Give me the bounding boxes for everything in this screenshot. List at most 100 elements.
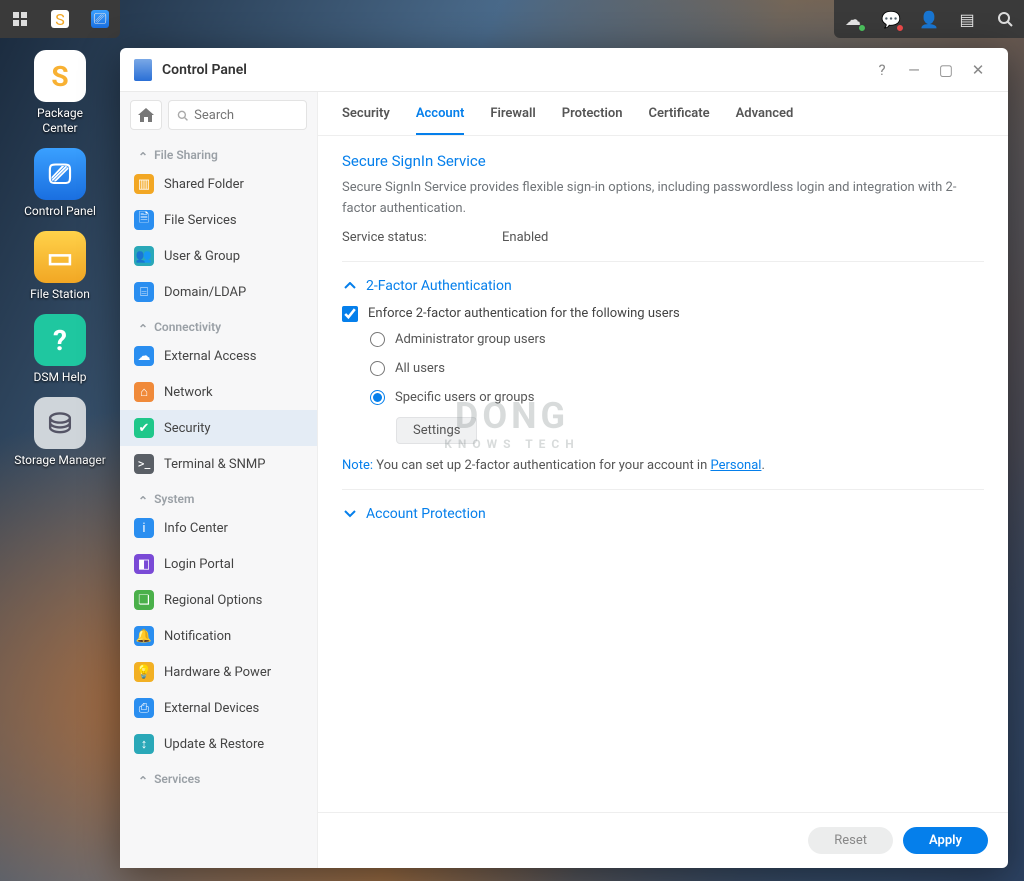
- sidebar-group-header[interactable]: System: [120, 482, 317, 510]
- sidebar-item[interactable]: 🔔 Notification: [120, 618, 317, 654]
- sidebar-item-icon: 👥: [134, 246, 154, 266]
- maximize-button[interactable]: ▢: [930, 54, 962, 86]
- personal-link[interactable]: Personal: [710, 458, 761, 473]
- sidebar-item-label: Terminal & SNMP: [164, 457, 265, 472]
- enforce-checkbox-row[interactable]: Enforce 2-factor authentication for the …: [342, 306, 984, 322]
- apps-grid-icon[interactable]: [0, 0, 40, 38]
- tabs: Security Account Firewall Protection Certifi…: [318, 92, 1008, 136]
- sidebar-item[interactable]: 🗎 File Services: [120, 202, 317, 238]
- sidebar-item[interactable]: ✔ Security: [120, 410, 317, 446]
- sidebar-item-icon: ⌂: [134, 382, 154, 402]
- chevron-up-icon: [342, 278, 358, 294]
- tab[interactable]: Firewall: [490, 106, 535, 135]
- note-text: You can set up 2-factor authentication f…: [373, 458, 711, 473]
- sidebar-item-label: Info Center: [164, 521, 228, 536]
- help-button[interactable]: ?: [866, 54, 898, 86]
- section-description: Secure SignIn Service provides flexible …: [342, 178, 984, 220]
- sidebar-item[interactable]: >_Terminal & SNMP: [120, 446, 317, 482]
- taskbar-app-1[interactable]: S: [40, 0, 80, 38]
- user-icon[interactable]: 👤: [910, 0, 948, 38]
- sidebar-item-icon: ▥: [134, 174, 154, 194]
- tab[interactable]: Certificate: [648, 106, 709, 135]
- tab[interactable]: Account: [416, 106, 464, 135]
- radio-admin[interactable]: [370, 332, 385, 347]
- radio-all[interactable]: [370, 361, 385, 376]
- content-area: Secure SignIn Service Secure SignIn Serv…: [318, 136, 1008, 812]
- enforce-checkbox[interactable]: [342, 306, 358, 322]
- sidebar-item-icon: ☁: [134, 346, 154, 366]
- window-app-icon: [134, 59, 152, 81]
- sidebar-item[interactable]: ☁External Access: [120, 338, 317, 374]
- sidebar-item-label: User & Group: [164, 249, 240, 264]
- status-label: Service status:: [342, 230, 502, 245]
- desktop-app-label: DSM Help: [33, 370, 86, 385]
- account-protection-toggle[interactable]: Account Protection: [342, 506, 984, 522]
- search-input[interactable]: [194, 108, 298, 123]
- sidebar-item[interactable]: 👥 User & Group: [120, 238, 317, 274]
- desktop-app[interactable]: ⎚ Control Panel: [4, 148, 116, 219]
- sidebar-item[interactable]: ↕Update & Restore: [120, 726, 317, 762]
- chat-icon[interactable]: 💬: [872, 0, 910, 38]
- tab[interactable]: Protection: [562, 106, 623, 135]
- widgets-icon[interactable]: ▤: [948, 0, 986, 38]
- desktop-app-icon: ⎚: [34, 148, 86, 200]
- sidebar-item[interactable]: 💡Hardware & Power: [120, 654, 317, 690]
- desktop-app-label: Storage Manager: [14, 453, 106, 468]
- radio-specific-row[interactable]: Specific users or groups: [370, 390, 984, 405]
- chevron-down-icon: [342, 506, 358, 522]
- search-icon[interactable]: [986, 0, 1024, 38]
- sidebar-item[interactable]: ⌂Network: [120, 374, 317, 410]
- taskbar-app-2[interactable]: ⎚: [80, 0, 120, 38]
- tab[interactable]: Security: [342, 106, 390, 135]
- sidebar-item-icon: 🔔: [134, 626, 154, 646]
- sidebar-item[interactable]: ▥ Shared Folder: [120, 166, 317, 202]
- apply-button[interactable]: Apply: [903, 827, 988, 854]
- sidebar-item-icon: ↕: [134, 734, 154, 754]
- sidebar-group-header[interactable]: File Sharing: [120, 138, 317, 166]
- note-label: Note:: [342, 458, 373, 473]
- sidebar-search[interactable]: [168, 100, 307, 130]
- sidebar-item[interactable]: iInfo Center: [120, 510, 317, 546]
- radio-all-row[interactable]: All users: [370, 361, 984, 376]
- desktop-app[interactable]: ⛁Storage Manager: [4, 397, 116, 468]
- footer: Reset Apply: [318, 812, 1008, 868]
- note: Note: You can set up 2-factor authentica…: [342, 458, 984, 473]
- sidebar-item-label: File Services: [164, 213, 237, 228]
- sidebar-item-label: Login Portal: [164, 557, 234, 572]
- radio-admin-row[interactable]: Administrator group users: [370, 332, 984, 347]
- sidebar-item-label: Shared Folder: [164, 177, 244, 192]
- sidebar-item[interactable]: ◧ Login Portal: [120, 546, 317, 582]
- sidebar-item-label: Security: [164, 421, 211, 436]
- desktop-app-label: Package Center: [37, 106, 83, 136]
- desktop-app-label: Control Panel: [24, 204, 96, 219]
- sidebar-item-icon: ✔: [134, 418, 154, 438]
- sidebar-item-icon: ◧: [134, 554, 154, 574]
- twofa-title: 2-Factor Authentication: [366, 278, 512, 294]
- radio-specific[interactable]: [370, 390, 385, 405]
- account-protection-title: Account Protection: [366, 506, 486, 522]
- sidebar-item-icon: ❏: [134, 590, 154, 610]
- desktop-app[interactable]: ▭File Station: [4, 231, 116, 302]
- sidebar-item-label: Notification: [164, 629, 231, 644]
- desktop-app-icon: ▭: [34, 231, 86, 283]
- twofa-section-toggle[interactable]: 2-Factor Authentication: [342, 278, 984, 294]
- settings-button[interactable]: Settings: [396, 417, 477, 444]
- sidebar-item[interactable]: ⎙External Devices: [120, 690, 317, 726]
- minimize-button[interactable]: —: [898, 54, 930, 86]
- sidebar-item-icon: 💡: [134, 662, 154, 682]
- sidebar: File Sharing ▥ Shared Folder 🗎 File Services…: [120, 92, 318, 868]
- sidebar-item-icon: 🗎: [134, 210, 154, 230]
- sidebar-group-header[interactable]: Connectivity: [120, 310, 317, 338]
- sidebar-item[interactable]: ⌸Domain/LDAP: [120, 274, 317, 310]
- close-button[interactable]: ✕: [962, 54, 994, 86]
- desktop-app[interactable]: SPackage Center: [4, 50, 116, 136]
- desktop-app[interactable]: ?DSM Help: [4, 314, 116, 385]
- sidebar-item-label: External Devices: [164, 701, 259, 716]
- reset-button[interactable]: Reset: [808, 827, 893, 854]
- sidebar-item[interactable]: ❏Regional Options: [120, 582, 317, 618]
- home-button[interactable]: [130, 100, 162, 130]
- sidebar-group-header[interactable]: Services: [120, 762, 317, 790]
- tab[interactable]: Advanced: [736, 106, 794, 135]
- cloud-status-icon[interactable]: ☁: [834, 0, 872, 38]
- sidebar-item-icon: ⌸: [134, 282, 154, 302]
